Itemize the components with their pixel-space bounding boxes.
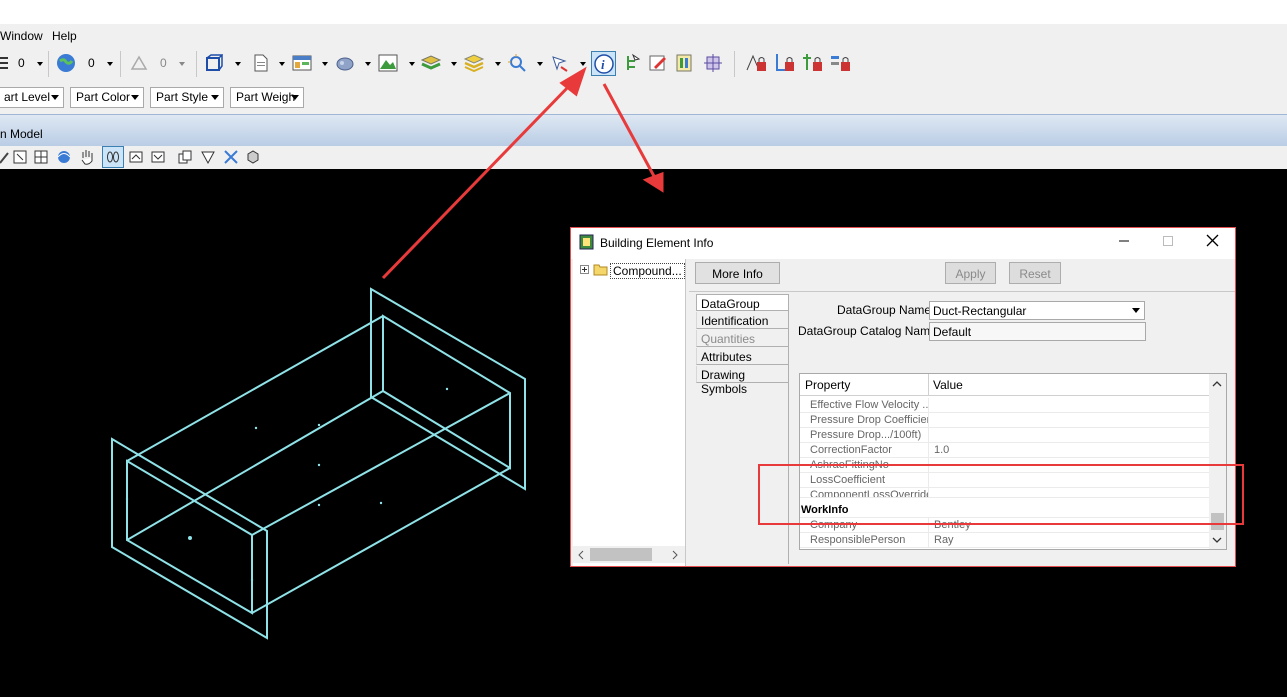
annotation-arrows [381,66,664,280]
